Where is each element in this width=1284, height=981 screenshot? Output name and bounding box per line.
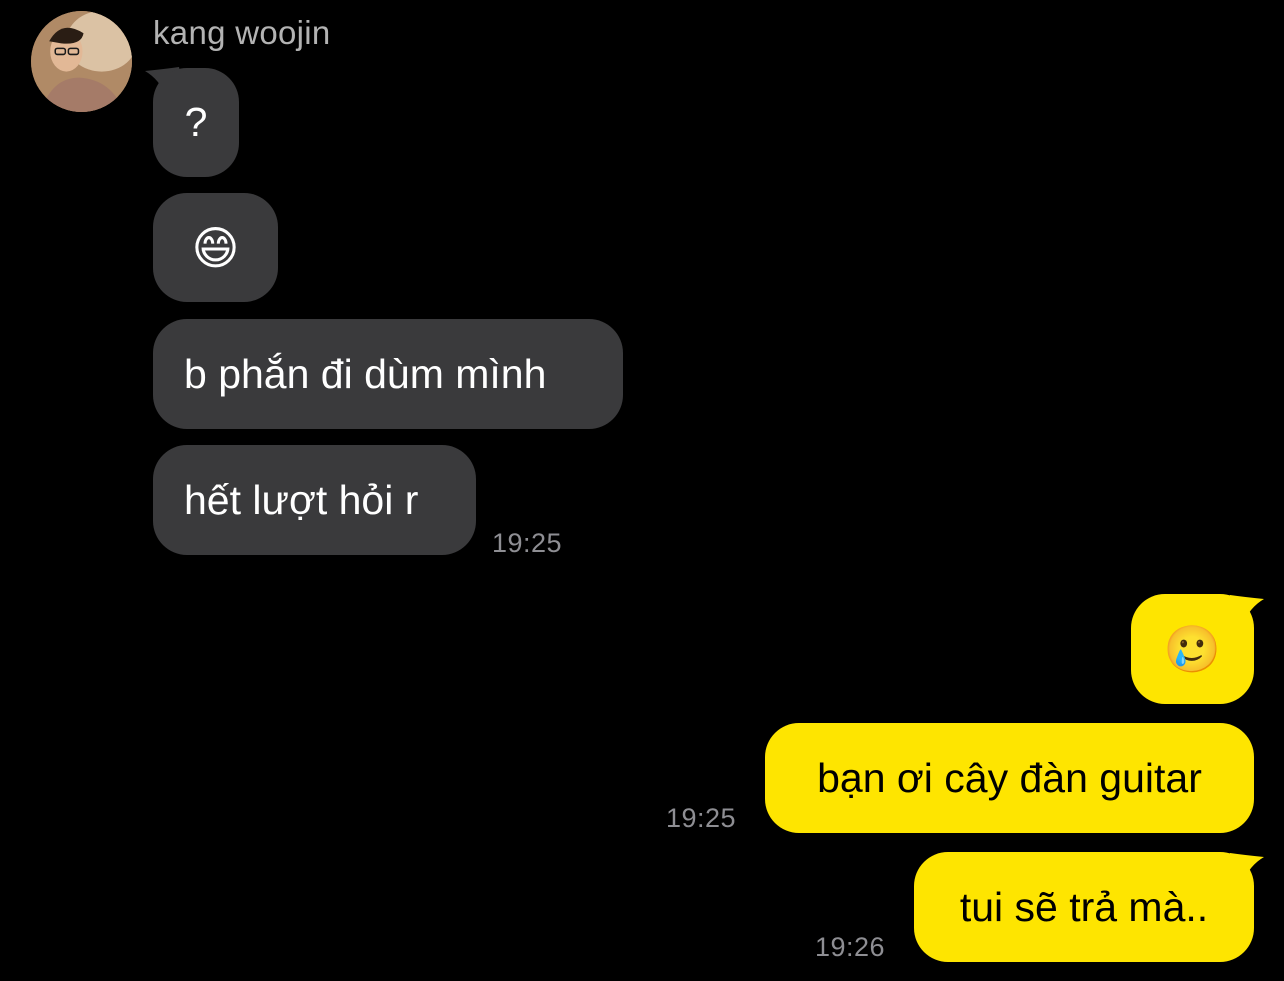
incoming-message-bubble[interactable]: 😄 bbox=[153, 193, 278, 302]
incoming-message-bubble[interactable]: ? bbox=[153, 68, 239, 177]
smiling-face-with-tear-emoji: 🥲 bbox=[1163, 623, 1222, 675]
avatar[interactable] bbox=[31, 11, 132, 112]
message-text: tui sẽ trả mà.. bbox=[959, 883, 1209, 930]
message-text: b phắn đi dùm mình bbox=[184, 350, 547, 397]
message-text: bạn ơi cây đàn guitar bbox=[817, 754, 1202, 801]
incoming-message-bubble[interactable]: b phắn đi dùm mình bbox=[153, 319, 623, 429]
message-timestamp: 19:25 bbox=[492, 528, 563, 558]
message-text: hết lượt hỏi r bbox=[184, 476, 419, 523]
message-text: ? bbox=[184, 99, 208, 145]
grinning-face-emoji: 😄 bbox=[191, 221, 240, 274]
profile-photo bbox=[31, 11, 132, 112]
incoming-message-bubble[interactable]: hết lượt hỏi r bbox=[153, 445, 476, 555]
sender-name: kang woojin bbox=[153, 14, 331, 51]
message-timestamp: 19:25 bbox=[666, 803, 737, 833]
outgoing-message-bubble[interactable]: tui sẽ trả mà.. bbox=[914, 852, 1254, 962]
outgoing-message-bubble[interactable]: bạn ơi cây đàn guitar bbox=[765, 723, 1254, 833]
outgoing-message-bubble[interactable]: 🥲 bbox=[1131, 594, 1254, 704]
message-timestamp: 19:26 bbox=[815, 932, 886, 962]
